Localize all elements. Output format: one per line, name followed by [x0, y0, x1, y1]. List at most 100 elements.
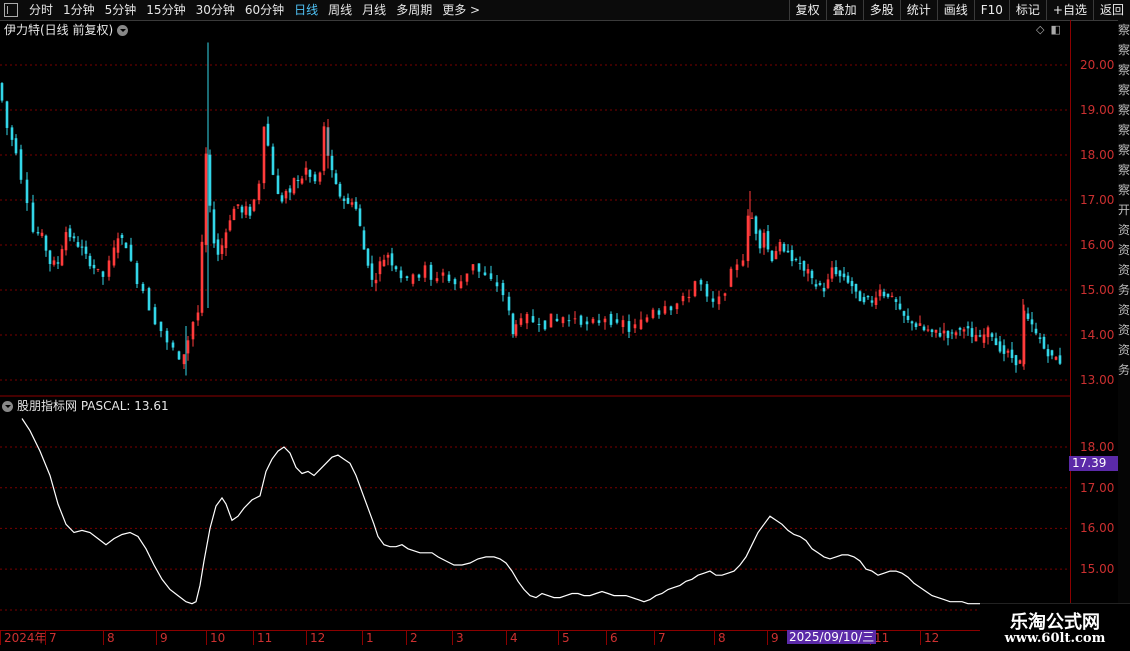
candle-body	[514, 324, 518, 336]
candle-body	[191, 322, 195, 340]
candle-body	[1014, 355, 1018, 366]
candle-body	[966, 326, 970, 329]
candle-body	[200, 241, 204, 313]
candle-body	[304, 167, 308, 175]
date-tick-label: 2	[406, 631, 418, 645]
candle-body	[88, 255, 92, 267]
candle-body	[220, 245, 224, 254]
candle-body	[902, 311, 906, 316]
candle-body	[76, 242, 80, 247]
date-tick-label: 9	[156, 631, 168, 645]
price-chart-canvas[interactable]	[0, 0, 1070, 630]
candle-body	[942, 330, 946, 334]
candle-body	[0, 83, 4, 101]
candle-body	[778, 241, 782, 252]
current-value-badge: 17.39	[1069, 456, 1119, 471]
candle-body	[36, 232, 40, 234]
candle-body	[196, 312, 200, 321]
candle-body	[19, 149, 23, 180]
candle-body	[382, 259, 386, 267]
candle-body	[1034, 328, 1038, 334]
candle-body	[810, 270, 814, 279]
candle-body	[354, 201, 358, 209]
candle-body	[390, 253, 394, 266]
candle-body	[1018, 360, 1022, 364]
candle-body	[750, 217, 754, 219]
date-cursor-label: 2025/09/10/三	[787, 630, 877, 644]
candle-body	[1042, 336, 1046, 349]
candle-body	[10, 127, 14, 140]
candle-body	[48, 250, 52, 265]
candle-body	[417, 274, 421, 278]
candle-body	[567, 320, 571, 322]
candle-body	[890, 295, 894, 297]
candle-body	[687, 296, 691, 299]
candle-body	[663, 306, 667, 314]
candle-body	[101, 271, 105, 277]
candle-body	[107, 260, 111, 277]
toolbar-button-8[interactable]: 返回	[1092, 0, 1130, 20]
candle-body	[954, 332, 958, 336]
candle-body	[950, 332, 954, 334]
candle-body	[350, 202, 354, 205]
candle-body	[153, 307, 157, 325]
candle-body	[1010, 349, 1014, 358]
candle-body	[262, 126, 266, 184]
candle-body	[846, 275, 850, 283]
candle-body	[411, 274, 415, 284]
candle-body	[84, 246, 88, 254]
candle-body	[346, 197, 350, 204]
date-tick-label: 6	[606, 631, 618, 645]
candle-body	[914, 323, 918, 328]
candle-body	[878, 289, 882, 297]
date-tick-label: 11	[253, 631, 272, 645]
pascal-line	[21, 418, 980, 605]
candle-body	[926, 329, 930, 331]
date-tick-label: 10	[206, 631, 225, 645]
candle-body	[651, 309, 655, 318]
candle-body	[429, 264, 433, 280]
candle-body	[717, 296, 721, 305]
candle-body	[31, 202, 35, 232]
date-tick-label: 9	[767, 631, 779, 645]
candle-body	[1006, 350, 1010, 353]
candle-body	[794, 258, 798, 261]
candle-body	[399, 270, 403, 279]
candle-body	[974, 334, 978, 342]
candle-body	[525, 313, 529, 324]
candle-body	[147, 288, 151, 311]
candle-body	[322, 126, 326, 171]
date-tick-label: 8	[714, 631, 726, 645]
candle-body	[135, 263, 139, 285]
candle-body	[754, 216, 758, 234]
candle-body	[366, 248, 370, 266]
candle-body	[459, 281, 463, 289]
candle-body	[585, 321, 589, 325]
candle-body	[922, 326, 926, 331]
candle-body	[394, 266, 398, 270]
candle-body	[182, 354, 186, 365]
candle-body	[80, 246, 84, 248]
candle-body	[186, 340, 190, 354]
indicator-tick-label: 17.00	[1080, 480, 1115, 495]
candle-body	[874, 297, 878, 305]
candle-body	[159, 321, 163, 332]
candle-body	[1026, 313, 1030, 319]
candle-body	[5, 101, 9, 128]
right-info-panel[interactable]: 察察察察察察察察察开资资资务资资资务	[1118, 20, 1130, 630]
date-tick-label: 5	[558, 631, 570, 645]
candle-body	[471, 264, 475, 271]
candle-body	[862, 297, 866, 303]
candle-body	[842, 273, 846, 278]
candle-body	[970, 328, 974, 337]
candle-body	[758, 230, 762, 249]
candle-body	[1002, 345, 1006, 354]
candle-body	[318, 172, 322, 182]
candle-body	[854, 283, 858, 292]
candle-body	[1050, 350, 1054, 356]
candle-body	[934, 329, 938, 333]
candle-body	[669, 306, 673, 311]
date-tick-label: 8	[103, 631, 115, 645]
candle-body	[40, 232, 44, 236]
candle-body	[918, 323, 922, 326]
